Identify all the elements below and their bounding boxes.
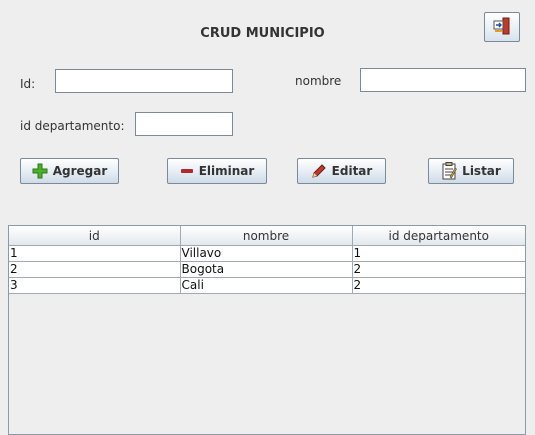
cell-nombre[interactable]: Cali [180,277,353,294]
cell-id-departamento[interactable]: 2 [352,277,525,294]
clipboard-list-icon [441,162,458,180]
nombre-label: nombre [295,74,342,88]
table-row[interactable]: 1 Villavo 1 [9,245,525,262]
id-departamento-field[interactable] [135,112,233,136]
table-row[interactable]: 3 Cali 2 [9,277,525,294]
listar-label: Listar [462,164,501,178]
cell-nombre[interactable]: Villavo [180,245,353,262]
municipio-table[interactable]: id nombre id departamento 1 Villavo 1 2 … [8,225,526,435]
id-label: Id: [20,77,36,91]
cell-id[interactable]: 2 [9,261,181,278]
cell-id-departamento[interactable]: 2 [352,261,525,278]
page-title: CRUD MUNICIPIO [200,26,325,41]
column-header-id[interactable]: id [9,226,181,246]
cell-id[interactable]: 3 [9,277,181,294]
agregar-button[interactable]: Agregar [20,158,119,184]
id-field[interactable] [55,69,233,93]
exit-button[interactable] [484,12,520,42]
minus-icon [180,164,194,178]
cell-nombre[interactable]: Bogota [180,261,353,278]
plus-icon [32,163,48,179]
table-row[interactable]: 2 Bogota 2 [9,261,525,278]
cell-id[interactable]: 1 [9,245,181,262]
eliminar-label: Eliminar [198,164,255,178]
eliminar-button[interactable]: Eliminar [167,158,267,184]
listar-button[interactable]: Listar [428,158,514,184]
editar-label: Editar [331,164,373,178]
nombre-field[interactable] [360,68,526,92]
column-header-nombre[interactable]: nombre [180,226,353,246]
column-header-id-departamento[interactable]: id departamento [352,226,525,246]
pencil-icon [311,163,327,179]
agregar-label: Agregar [52,164,108,178]
table-header-row: id nombre id departamento [9,226,525,246]
id-departamento-label: id departamento: [20,119,125,133]
editar-button[interactable]: Editar [297,158,386,184]
cell-id-departamento[interactable]: 1 [352,245,525,262]
exit-door-icon [492,16,512,39]
